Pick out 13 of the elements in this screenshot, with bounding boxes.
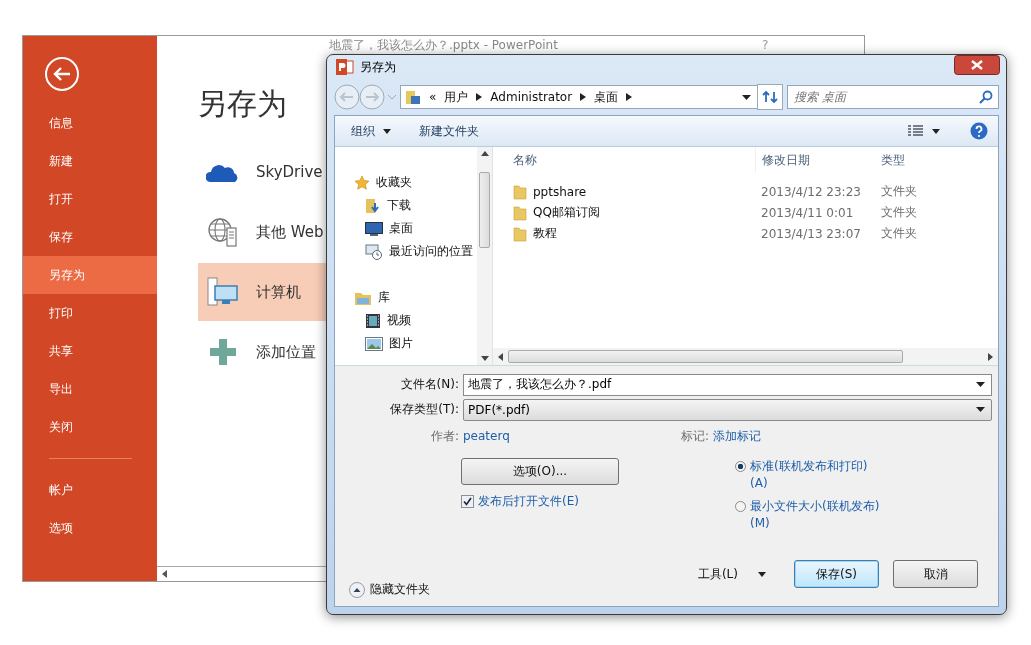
file-type: 文件夹 xyxy=(880,225,918,242)
field-label: 作者: xyxy=(429,427,459,445)
page-heading: 另存为 xyxy=(197,85,287,123)
window-title: 地震了，我该怎么办？.pptx - PowerPoint xyxy=(329,36,558,54)
file-date: 2013/4/13 23:07 xyxy=(760,226,862,241)
field-label: 文件名(N): xyxy=(399,376,459,393)
file-type: 文件夹 xyxy=(880,183,918,200)
field-label: 保存类型(T): xyxy=(389,401,459,418)
dialog-title: 另存为 xyxy=(360,58,396,76)
file-date: 2013/4/11 0:01 xyxy=(760,205,855,220)
field-label: 标记: xyxy=(681,427,710,445)
file-type: 文件夹 xyxy=(880,204,918,221)
file-date: 2013/4/12 23:23 xyxy=(760,184,862,199)
